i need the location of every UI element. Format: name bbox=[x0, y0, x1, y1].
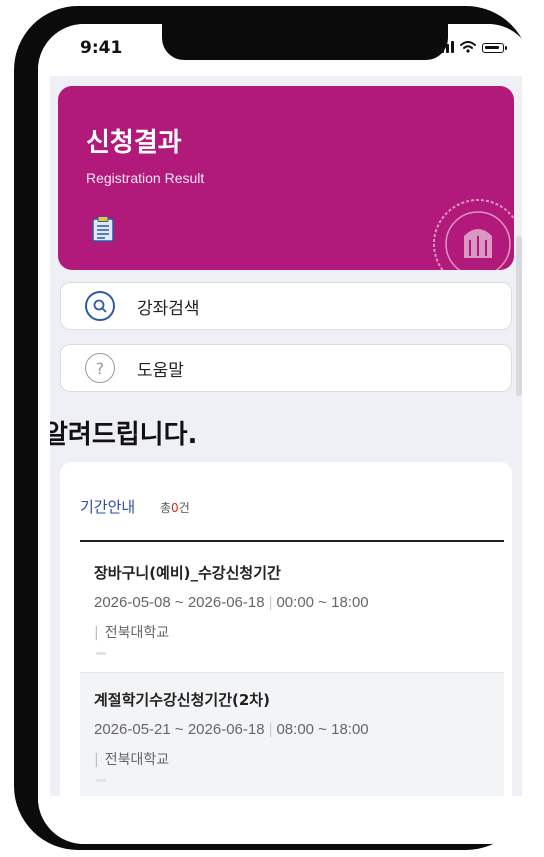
hero-subtitle: Registration Result bbox=[86, 170, 205, 186]
battery-icon bbox=[482, 43, 507, 53]
item-title: 계절학기수강신청기간(2차) bbox=[94, 691, 270, 709]
item-time-range: 00:00 ~ 18:00 bbox=[276, 594, 369, 611]
count-suffix: 건 bbox=[178, 501, 190, 515]
wifi-icon bbox=[460, 41, 476, 53]
card-divider bbox=[80, 540, 504, 542]
hero-title: 신청결과 bbox=[86, 128, 182, 158]
item-placeholder-dash bbox=[96, 652, 106, 655]
seal-icon bbox=[433, 199, 514, 270]
clipboard-icon bbox=[92, 216, 114, 242]
bottom-safe-area bbox=[38, 796, 534, 844]
scrollbar[interactable] bbox=[516, 236, 522, 396]
list-item[interactable]: 계절학기수강신청기간(2차) 2026-05-21 ~ 2026-06-18 | 0… bbox=[80, 672, 504, 796]
period-info-card: 기간안내 총0건 장바구니(예비)_수강신청기간 2026-05-08 ~ 20… bbox=[60, 462, 512, 796]
status-icons bbox=[436, 41, 507, 53]
period-count: 총0건 bbox=[160, 499, 190, 516]
count-prefix: 총 bbox=[160, 501, 172, 515]
search-icon bbox=[85, 291, 115, 321]
phone-screen: 9:41 신청결과 Registration Result 강좌검색 ? 도움말… bbox=[38, 24, 534, 844]
item-date-range: 2026-05-21 ~ 2026-06-18 bbox=[94, 721, 265, 738]
notice-title: 알려드립니다. bbox=[50, 420, 198, 450]
status-time: 9:41 bbox=[80, 38, 123, 58]
separator: | bbox=[94, 625, 99, 641]
item-title: 장바구니(예비)_수강신청기간 bbox=[94, 564, 281, 582]
signal-icon bbox=[436, 41, 454, 53]
phone-frame: 9:41 신청결과 Registration Result 강좌검색 ? 도움말… bbox=[14, 6, 534, 850]
registration-result-card[interactable]: 신청결과 Registration Result bbox=[58, 86, 514, 270]
help-icon: ? bbox=[85, 353, 115, 383]
help-button[interactable]: ? 도움말 bbox=[60, 344, 512, 392]
app-content: 신청결과 Registration Result 강좌검색 ? 도움말 알려드립… bbox=[50, 76, 522, 796]
item-time-range: 08:00 ~ 18:00 bbox=[276, 721, 369, 738]
count-number: 0 bbox=[171, 501, 179, 515]
status-bar: 9:41 bbox=[38, 24, 534, 76]
separator: | bbox=[94, 752, 99, 768]
item-organization: | 전북대학교 bbox=[94, 622, 169, 642]
notch bbox=[162, 24, 448, 60]
item-period: 2026-05-21 ~ 2026-06-18 | 08:00 ~ 18:00 bbox=[94, 721, 369, 738]
period-info-heading: 기간안내 bbox=[80, 498, 136, 516]
list-item[interactable]: 장바구니(예비)_수강신청기간 2026-05-08 ~ 2026-06-18 |… bbox=[80, 546, 504, 666]
item-period: 2026-05-08 ~ 2026-06-18 | 00:00 ~ 18:00 bbox=[94, 594, 369, 611]
separator: | bbox=[268, 594, 273, 611]
item-placeholder-dash bbox=[96, 779, 106, 782]
item-organization: | 전북대학교 bbox=[94, 749, 169, 769]
help-label: 도움말 bbox=[137, 360, 184, 381]
item-date-range: 2026-05-08 ~ 2026-06-18 bbox=[94, 594, 265, 611]
item-org-name: 전북대학교 bbox=[104, 752, 170, 768]
course-search-button[interactable]: 강좌검색 bbox=[60, 282, 512, 330]
separator: | bbox=[268, 721, 273, 738]
course-search-label: 강좌검색 bbox=[137, 298, 200, 319]
item-org-name: 전북대학교 bbox=[104, 625, 170, 641]
